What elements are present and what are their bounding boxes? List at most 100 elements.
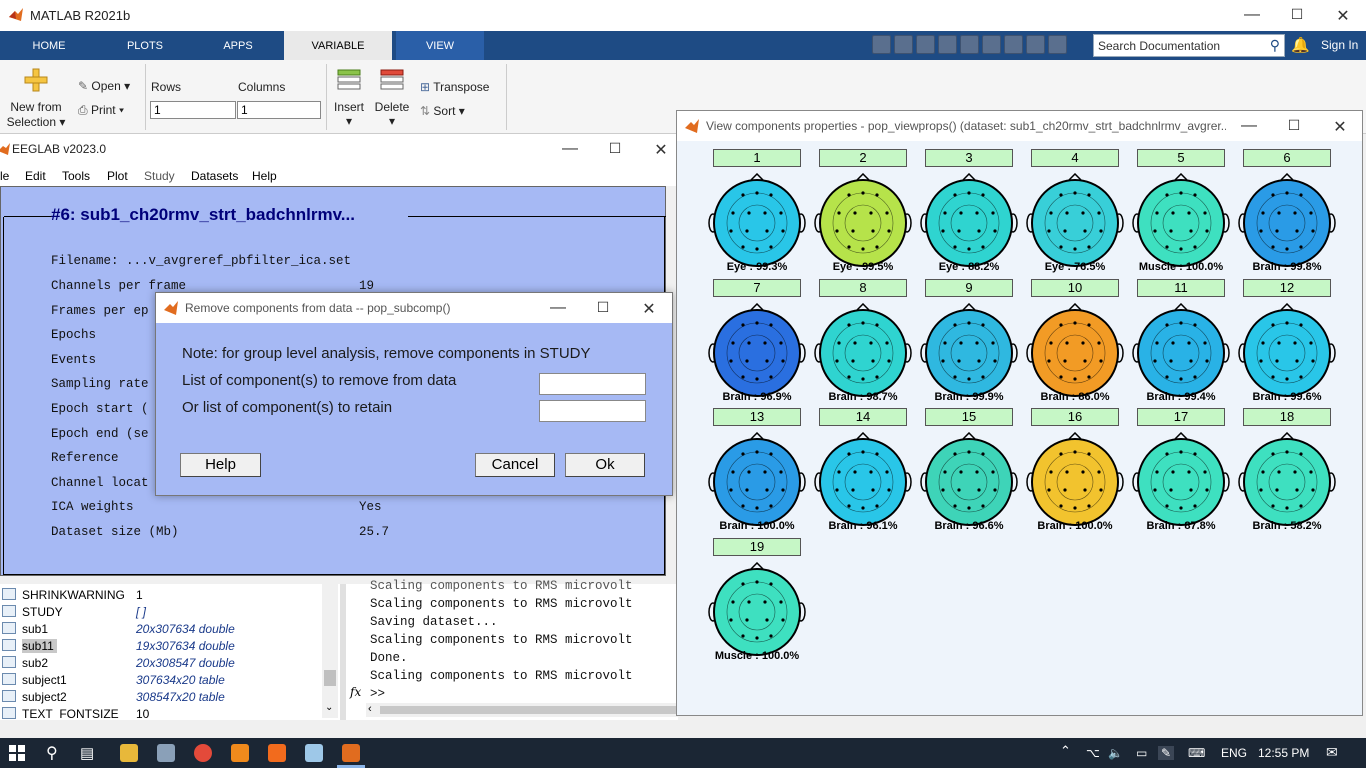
workspace-row[interactable]: subject2 308547x20 table: [0, 688, 320, 705]
component-button-12[interactable]: 12: [1243, 279, 1331, 297]
menu-datasets[interactable]: Datasets: [191, 169, 238, 183]
network-icon[interactable]: ⌥: [1086, 746, 1100, 760]
horizontal-scrollbar[interactable]: ‹: [366, 703, 678, 717]
file-explorer-icon[interactable]: [120, 744, 138, 762]
retain-components-input[interactable]: [539, 400, 646, 422]
workspace-row[interactable]: sub2 20x308547 double: [0, 654, 320, 671]
tab-plots[interactable]: PLOTS: [112, 31, 178, 60]
scrollbar-thumb[interactable]: [380, 706, 676, 714]
topoplot-10[interactable]: [1025, 303, 1125, 403]
transpose-button[interactable]: ⊞ Transpose: [420, 80, 489, 94]
menu-plot[interactable]: Plot: [107, 169, 128, 183]
copy-icon[interactable]: [916, 35, 935, 54]
component-button-10[interactable]: 10: [1031, 279, 1119, 297]
topoplot-11[interactable]: [1131, 303, 1231, 403]
sign-in-link[interactable]: Sign In: [1321, 38, 1358, 52]
search-icon[interactable]: ⚲: [46, 743, 58, 763]
delete-button[interactable]: Delete ▾: [374, 100, 410, 128]
chevron-down-icon[interactable]: ⌄: [325, 702, 333, 713]
tab-home[interactable]: HOME: [18, 31, 80, 60]
minimize-button[interactable]: —: [1242, 6, 1262, 24]
topoplot-2[interactable]: [813, 173, 913, 273]
cut-icon[interactable]: [894, 35, 913, 54]
menu-icon[interactable]: [1048, 35, 1067, 54]
windows-start-icon[interactable]: [9, 745, 25, 761]
language-indicator[interactable]: ENG: [1221, 746, 1247, 760]
component-button-3[interactable]: 3: [925, 149, 1013, 167]
close-button[interactable]: ✕: [651, 140, 671, 160]
component-button-9[interactable]: 9: [925, 279, 1013, 297]
component-button-7[interactable]: 7: [713, 279, 801, 297]
minimize-button[interactable]: —: [560, 140, 580, 158]
tab-variable[interactable]: VARIABLE: [284, 31, 392, 60]
workspace-row[interactable]: sub1 20x307634 double: [0, 620, 320, 637]
command-prompt[interactable]: >>: [370, 687, 385, 701]
vlc-icon[interactable]: [231, 744, 249, 762]
component-button-6[interactable]: 6: [1243, 149, 1331, 167]
columns-input[interactable]: 1: [237, 101, 321, 119]
notifications-icon[interactable]: ✉: [1326, 744, 1338, 761]
cancel-button[interactable]: Cancel: [475, 453, 555, 477]
print-button[interactable]: ⎙ Print ▾: [78, 103, 124, 118]
workspace-scrollbar[interactable]: ⌄: [322, 584, 338, 718]
chrome-icon[interactable]: [194, 744, 212, 762]
ok-button[interactable]: Ok: [565, 453, 645, 477]
topoplot-1[interactable]: [707, 173, 807, 273]
rows-input[interactable]: 1: [150, 101, 236, 119]
topoplot-19[interactable]: [707, 562, 807, 662]
app-icon[interactable]: [157, 744, 175, 762]
close-button[interactable]: ✕: [639, 299, 659, 319]
topoplot-15[interactable]: [919, 432, 1019, 532]
component-button-17[interactable]: 17: [1137, 408, 1225, 426]
new-from-selection-button[interactable]: New from Selection ▾: [6, 100, 66, 130]
maximize-button[interactable]: ☐: [1287, 6, 1307, 23]
help-icon[interactable]: [1026, 35, 1045, 54]
keyboard-icon[interactable]: ⌨: [1188, 746, 1205, 760]
notification-bell-icon[interactable]: 🔔: [1291, 36, 1310, 54]
open-button[interactable]: ✎ Open ▾: [78, 79, 130, 93]
component-button-18[interactable]: 18: [1243, 408, 1331, 426]
workspace-row[interactable]: subject1 307634x20 table: [0, 671, 320, 688]
clock[interactable]: 12:55 PM: [1258, 746, 1309, 760]
tab-view[interactable]: VIEW: [396, 31, 484, 60]
scrollbar-thumb[interactable]: [324, 670, 336, 686]
component-button-19[interactable]: 19: [713, 538, 801, 556]
switch-windows-icon[interactable]: [1004, 35, 1023, 54]
component-button-5[interactable]: 5: [1137, 149, 1225, 167]
topoplot-13[interactable]: [707, 432, 807, 532]
menu-help[interactable]: Help: [252, 169, 277, 183]
topoplot-4[interactable]: [1025, 173, 1125, 273]
topoplot-8[interactable]: [813, 303, 913, 403]
pen-icon[interactable]: ✎: [1158, 746, 1175, 760]
workspace-row[interactable]: SHRINKWARNING 1: [0, 586, 320, 603]
sort-button[interactable]: ⇅ Sort ▾: [420, 104, 465, 118]
topoplot-9[interactable]: [919, 303, 1019, 403]
redo-icon[interactable]: [982, 35, 1001, 54]
volume-icon[interactable]: 🔈: [1108, 746, 1123, 760]
topoplot-12[interactable]: [1237, 303, 1337, 403]
insert-button[interactable]: Insert ▾: [333, 100, 365, 128]
paste-icon[interactable]: [938, 35, 957, 54]
topoplot-6[interactable]: [1237, 173, 1337, 273]
workspace-row[interactable]: STUDY [ ]: [0, 603, 320, 620]
component-button-8[interactable]: 8: [819, 279, 907, 297]
menu-tools[interactable]: Tools: [62, 169, 90, 183]
maximize-button[interactable]: ☐: [593, 299, 613, 316]
maximize-button[interactable]: ☐: [605, 140, 625, 157]
topoplot-7[interactable]: [707, 303, 807, 403]
tab-apps[interactable]: APPS: [208, 31, 268, 60]
component-button-15[interactable]: 15: [925, 408, 1013, 426]
command-window[interactable]: Scaling components to RMS microvolt Scal…: [346, 579, 678, 720]
component-button-2[interactable]: 2: [819, 149, 907, 167]
function-fx-icon[interactable]: fx: [350, 685, 361, 699]
battery-icon[interactable]: ▭: [1136, 746, 1147, 760]
workspace-row[interactable]: sub11 19x307634 double: [0, 637, 320, 654]
component-button-11[interactable]: 11: [1137, 279, 1225, 297]
chevron-up-icon[interactable]: ⌃: [1060, 743, 1071, 759]
component-button-13[interactable]: 13: [713, 408, 801, 426]
chevron-left-icon[interactable]: ‹: [368, 703, 372, 715]
app-icon[interactable]: [268, 744, 286, 762]
menu-file[interactable]: le: [0, 169, 9, 183]
topoplot-5[interactable]: [1131, 173, 1231, 273]
help-button[interactable]: Help: [180, 453, 261, 477]
